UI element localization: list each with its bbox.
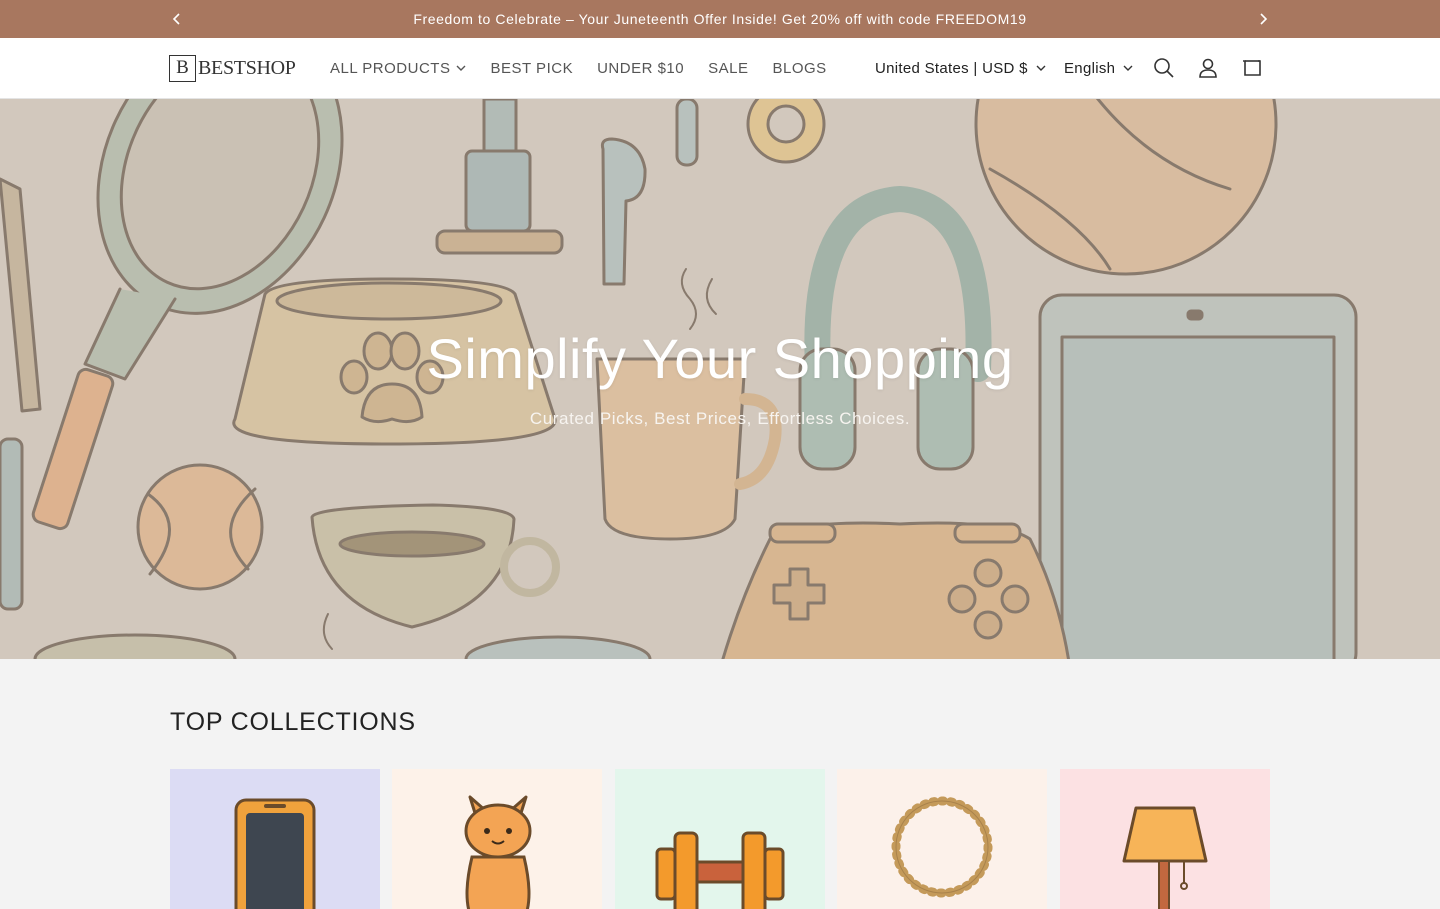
nav-under-10[interactable]: UNDER $10 <box>585 38 696 98</box>
nav-under-10-label: UNDER $10 <box>597 59 685 77</box>
announcement-next-button[interactable] <box>1248 0 1278 38</box>
nav-all-products-label: ALL PRODUCTS <box>330 59 451 77</box>
announcement-text[interactable]: Freedom to Celebrate – Your Juneteenth O… <box>413 11 1026 27</box>
collection-card[interactable] <box>1060 769 1270 909</box>
hero-subtitle: Curated Picks, Best Prices, Effortless C… <box>529 409 911 428</box>
collection-card[interactable] <box>837 769 1047 909</box>
collection-card[interactable] <box>392 769 602 909</box>
chevron-right-icon <box>1260 13 1268 25</box>
language-selector-label: English <box>1064 59 1116 77</box>
logo[interactable]: B BESTSHOP <box>169 53 296 83</box>
lamp-icon <box>1122 806 1208 909</box>
cat-icon <box>464 795 532 909</box>
nav-best-pick[interactable]: BEST PICK <box>478 38 585 98</box>
search-icon <box>1154 58 1174 78</box>
country-selector-label: United States | USD $ <box>875 59 1028 77</box>
dumbbell-icon <box>655 831 785 909</box>
chevron-down-icon <box>1036 65 1046 71</box>
logo-text: BESTSHOP <box>198 56 296 79</box>
account-button[interactable] <box>1195 55 1221 81</box>
nav-best-pick-label: BEST PICK <box>490 59 574 77</box>
country-selector[interactable]: United States | USD $ <box>875 38 1046 98</box>
nav-all-products[interactable]: ALL PRODUCTS <box>318 38 478 98</box>
nav-blogs-label: BLOGS <box>772 59 827 77</box>
main-nav: ALL PRODUCTS BEST PICK UNDER $10 SALE BL… <box>318 38 839 98</box>
collection-card[interactable] <box>170 769 380 909</box>
language-selector[interactable]: English <box>1064 38 1133 98</box>
logo-mark: B <box>169 54 196 82</box>
nav-blogs[interactable]: BLOGS <box>760 38 838 98</box>
collection-card[interactable] <box>615 769 825 909</box>
account-icon <box>1199 58 1217 78</box>
phone-icon <box>234 798 316 909</box>
chevron-down-icon <box>456 65 466 71</box>
chevron-down-icon <box>1123 65 1133 71</box>
chevron-left-icon <box>172 13 180 25</box>
cart-icon <box>1243 60 1261 76</box>
hero-title: Simplify Your Shopping <box>426 327 1014 390</box>
necklace-icon <box>891 796 993 898</box>
site-header: B BESTSHOP ALL PRODUCTS BEST PICK UNDER … <box>0 38 1440 99</box>
hero-banner[interactable]: Simplify Your Shopping Curated Picks, Be… <box>0 99 1440 659</box>
announcement-bar: Freedom to Celebrate – Your Juneteenth O… <box>0 0 1440 38</box>
nav-sale-label: SALE <box>708 59 749 77</box>
announcement-prev-button[interactable] <box>162 0 192 38</box>
search-button[interactable] <box>1151 55 1177 81</box>
cart-button[interactable] <box>1239 55 1265 81</box>
collections-title: TOP COLLECTIONS <box>170 708 416 736</box>
nav-sale[interactable]: SALE <box>696 38 760 98</box>
